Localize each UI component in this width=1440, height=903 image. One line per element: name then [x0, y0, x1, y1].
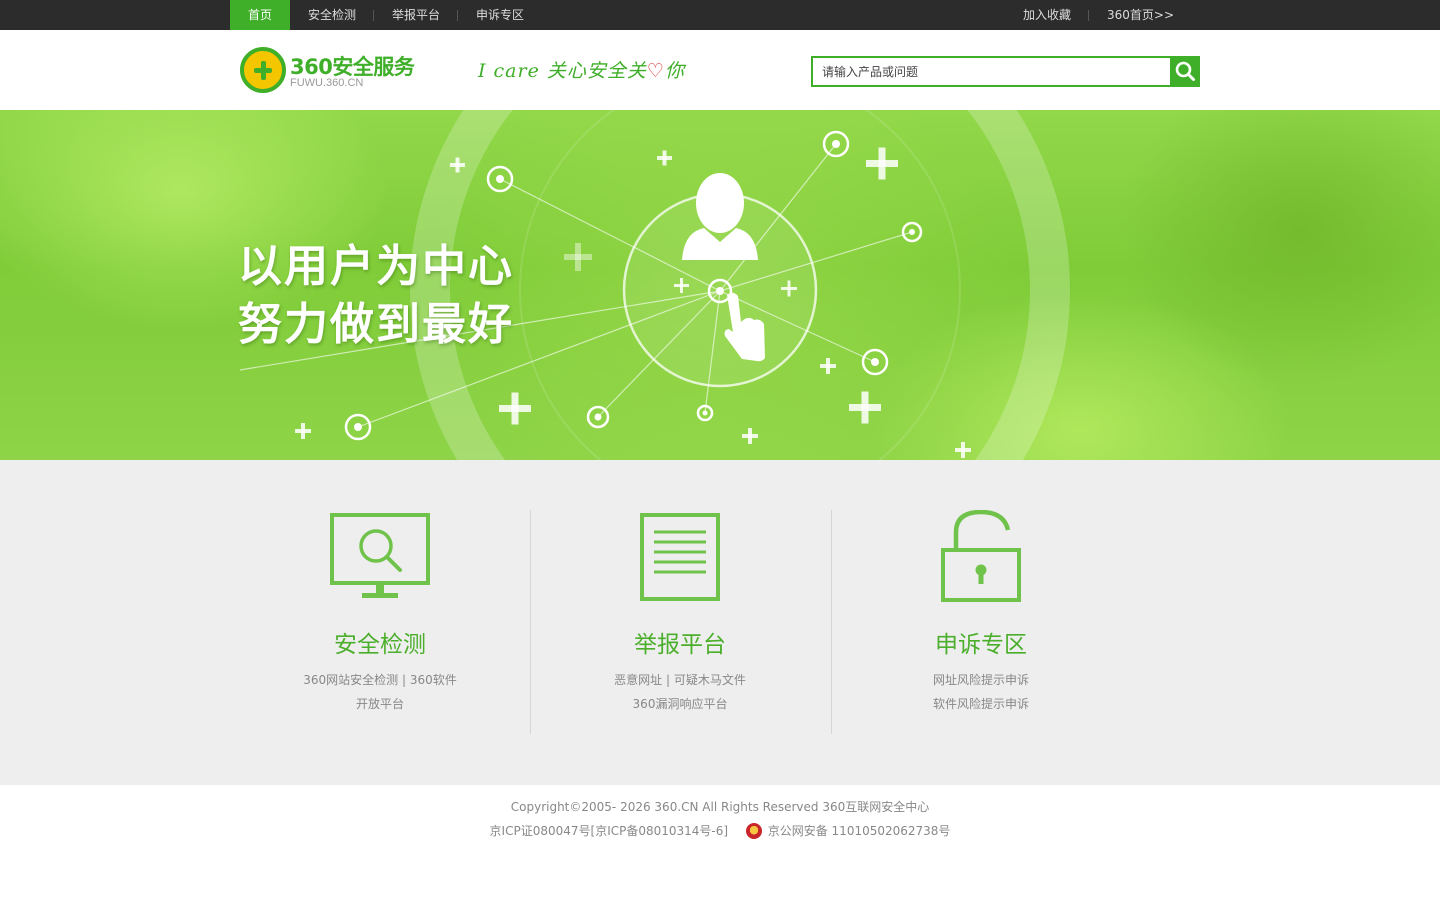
360-home-link[interactable]: 360首页>>	[1089, 0, 1192, 30]
feature-security-check[interactable]: 安全检测 360网站安全检测 | 360软件 开放平台	[230, 460, 530, 785]
feature-report-platform[interactable]: 举报平台 恶意网址 | 可疑木马文件 360漏洞响应平台	[530, 460, 830, 785]
copyright-text: Copyright©2005- 2026 360.CN All Rights R…	[510, 800, 930, 814]
nav-item-appeal-zone[interactable]: 申诉专区	[458, 0, 542, 30]
hero-banner: 以用户为中心 努力做到最好	[0, 110, 1440, 460]
footer: Copyright©2005- 2026 360.CN All Rights R…	[0, 785, 1440, 903]
slogan-text: I care 关心安全关	[478, 60, 647, 82]
monitor-search-icon	[330, 513, 430, 598]
header: 360安全服务 FUWU.360.CN	[0, 30, 1440, 110]
banner-headline-2: 努力做到最好	[238, 299, 514, 350]
heart-icon: ♡	[646, 60, 665, 82]
feature-title: 申诉专区	[935, 632, 1027, 658]
top-right-links: 加入收藏 360首页>>	[1005, 0, 1192, 30]
feature-desc-line1: 网址风险提示申诉	[932, 673, 1029, 687]
nav-item-home[interactable]: 首页	[230, 0, 291, 30]
network-graphic	[239, 110, 1070, 460]
search-icon	[1175, 61, 1195, 81]
logo-subtitle: FUWU.360.CN	[290, 77, 364, 89]
feature-desc-line2: 软件风险提示申诉	[932, 697, 1029, 711]
feature-desc-line1: 恶意网址 | 可疑木马文件	[614, 673, 746, 687]
police-record-link[interactable]: 京公网安备 11010502062738号	[768, 822, 951, 839]
top-nav: 首页 安全检测 举报平台 申诉专区	[230, 0, 542, 30]
slogan: I care 关心安全关♡你	[478, 56, 685, 83]
top-bar: 首页 安全检测 举报平台 申诉专区 加入收藏 360首页>>	[0, 0, 1440, 30]
feature-desc-line2: 开放平台	[355, 697, 404, 711]
add-favorite-link[interactable]: 加入收藏	[1005, 0, 1089, 30]
slogan-end: 你	[664, 60, 685, 82]
feature-title: 举报平台	[634, 632, 726, 658]
feature-title: 安全检测	[334, 632, 426, 658]
feature-section: 安全检测 360网站安全检测 | 360软件 开放平台 举报平台 恶意网址 | …	[0, 460, 1440, 785]
feature-appeal-zone[interactable]: 申诉专区 网址风险提示申诉 软件风险提示申诉	[831, 460, 1131, 785]
logo[interactable]: 360安全服务 FUWU.360.CN	[240, 47, 450, 95]
banner-headline-1: 以用户为中心	[238, 241, 514, 292]
feature-desc-line1: 360网站安全检测 | 360软件	[303, 673, 457, 687]
nav-item-report-platform[interactable]: 举报平台	[374, 0, 459, 30]
police-badge-icon	[745, 822, 762, 839]
nav-item-security-check[interactable]: 安全检测	[290, 0, 375, 30]
lock-icon	[941, 510, 1021, 602]
search-input[interactable]	[811, 56, 1170, 87]
document-icon	[640, 513, 720, 601]
feature-desc-line2: 360漏洞响应平台	[632, 697, 728, 711]
logo-plus-icon	[240, 47, 286, 93]
search-button[interactable]	[1170, 56, 1200, 87]
search-box	[811, 56, 1200, 87]
icp-link[interactable]: 京ICP证080047号[京ICP备08010314号-6]	[490, 822, 729, 839]
icp-row: 京ICP证080047号[京ICP备08010314号-6] 京公网安备 110…	[0, 822, 1440, 839]
